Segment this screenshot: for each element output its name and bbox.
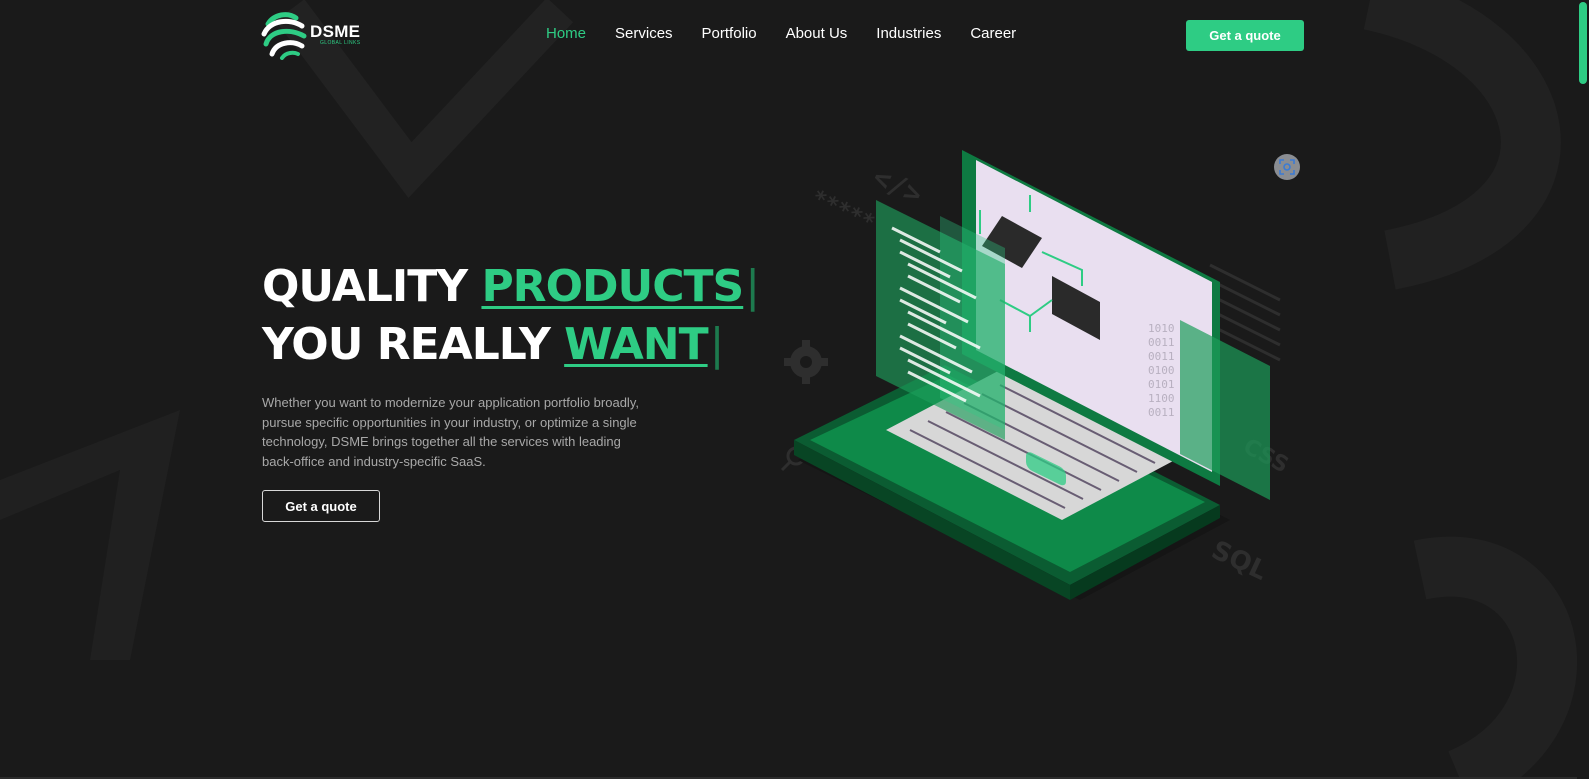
logo-mark-icon xyxy=(261,12,307,60)
binary-line-3: 0011 xyxy=(1148,350,1175,363)
hero-description: Whether you want to modernize your appli… xyxy=(262,395,639,469)
typing-caret-2: | xyxy=(709,319,725,370)
nav-item-industries[interactable]: Industries xyxy=(876,25,941,42)
hero-title-line-1: QUALITY PRODUCTS| xyxy=(262,258,760,316)
hero-title-accent-1: PRODUCTS xyxy=(481,261,744,312)
hero-title-accent-2: WANT xyxy=(564,319,708,370)
typing-caret-1: | xyxy=(745,261,760,312)
hero-get-quote-button[interactable]: Get a quote xyxy=(262,490,380,522)
main-nav: Home Services Portfolio About Us Industr… xyxy=(546,25,1045,42)
binary-line-2: 0011 xyxy=(1148,336,1175,349)
nav-item-home[interactable]: Home xyxy=(546,25,586,42)
sql-label: SQL xyxy=(1207,535,1272,586)
hero-title-line-2: YOU REALLY WANT| xyxy=(262,316,759,374)
logo[interactable]: DSME GLOBAL LINKS xyxy=(260,8,360,60)
binary-line-1: 1010 xyxy=(1148,322,1175,335)
gear-icon xyxy=(784,340,828,384)
scrollbar[interactable] xyxy=(1577,0,1589,779)
nav-item-career[interactable]: Career xyxy=(970,25,1016,42)
binary-line-6: 1100 xyxy=(1148,392,1175,405)
binary-line-5: 0101 xyxy=(1148,378,1175,391)
nav-item-portfolio[interactable]: Portfolio xyxy=(702,25,757,42)
site-header: DSME GLOBAL LINKS Home Services Portfoli… xyxy=(0,0,1577,72)
expand-button[interactable] xyxy=(1274,154,1300,180)
asterisks-decoration: ***** xyxy=(808,186,879,237)
hero-title-plain-1: QUALITY xyxy=(262,261,482,312)
scrollbar-thumb[interactable] xyxy=(1579,2,1587,84)
binary-line-7: 0011 xyxy=(1148,406,1175,419)
laptop-illustration: </> ***** SQL CSS xyxy=(780,150,1292,600)
nav-item-services[interactable]: Services xyxy=(615,25,673,42)
expand-icon xyxy=(1279,159,1295,175)
nav-item-about-us[interactable]: About Us xyxy=(786,25,848,42)
brand-name: DSME xyxy=(310,21,361,41)
header-get-quote-button[interactable]: Get a quote xyxy=(1186,20,1304,51)
brand-tagline: GLOBAL LINKS xyxy=(320,39,361,46)
hero-title: QUALITY PRODUCTS| YOU REALLY WANT| xyxy=(262,258,760,374)
binary-line-4: 0100 xyxy=(1148,364,1175,377)
hero-title-plain-2: YOU REALLY xyxy=(262,319,565,370)
